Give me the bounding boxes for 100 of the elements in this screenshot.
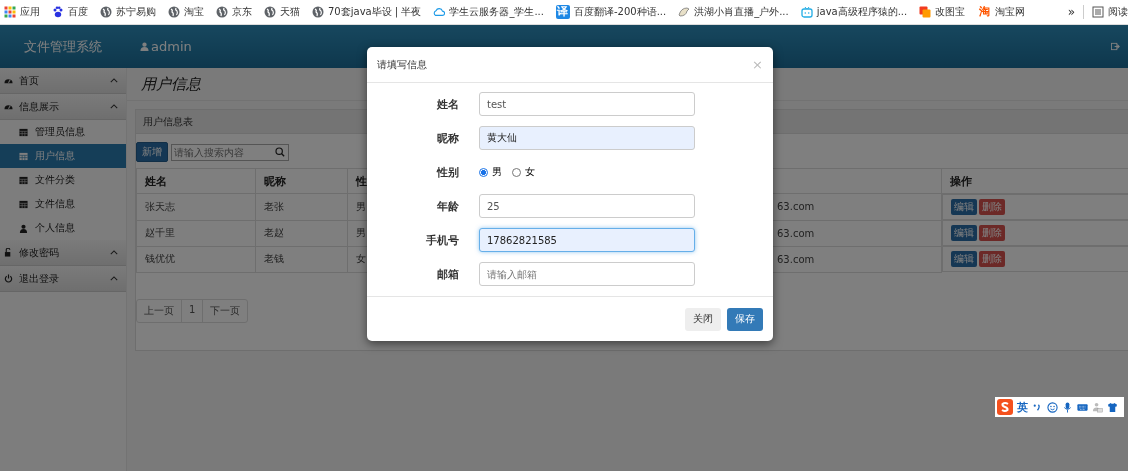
table-cell: 赵千里	[145, 227, 175, 238]
edit-button[interactable]: 编辑	[951, 225, 977, 241]
field-label: 昵称	[436, 130, 459, 146]
cancel-button[interactable]: 关闭	[685, 307, 721, 331]
field-label: 邮箱	[436, 266, 459, 282]
brand-title: 文件管理系统	[23, 37, 103, 56]
sidebar-group[interactable]: 首页	[0, 68, 126, 94]
sidebar-item[interactable]: 个人信息	[0, 216, 126, 240]
table-cell: 老张	[264, 200, 284, 212]
table-icon	[19, 151, 28, 161]
search-icon	[275, 146, 285, 157]
bookmark[interactable]: 70套java毕设 | 半夜	[312, 5, 422, 19]
bookmark[interactable]: 苏宁易购	[100, 5, 156, 19]
bookmark[interactable]: 淘 淘宝网	[977, 5, 1026, 19]
bookmark[interactable]: 京东	[216, 5, 252, 19]
field-label: 性别	[435, 164, 459, 180]
globe-icon	[100, 6, 112, 18]
table-cell: 63.com	[777, 253, 815, 265]
keyboard-icon[interactable]	[1077, 401, 1088, 413]
sidebar-item[interactable]: 管理员信息	[0, 120, 126, 144]
table-cell: 钱优优	[145, 253, 175, 264]
input-field[interactable]: 请输入邮箱	[479, 262, 695, 286]
dashboard-icon	[4, 102, 13, 111]
bookmark[interactable]: 译 百度翻译-200种语...	[555, 5, 667, 19]
sidebar-group[interactable]: 修改密码	[0, 240, 126, 266]
bookmark[interactable]: 洪湖小肖直播_户外...	[678, 5, 789, 19]
search-field[interactable]: 请输入搜索内容	[171, 143, 289, 161]
radio-option[interactable]: 女	[512, 165, 535, 179]
panel-title: 用户信息表	[143, 114, 193, 129]
squares-icon	[919, 6, 932, 18]
chevron-up-icon	[110, 250, 118, 255]
bookmark[interactable]: java高级程序猿的...	[800, 5, 908, 19]
column-header: 操作	[950, 174, 972, 188]
bookmark-glyph-icon: 淘	[977, 5, 992, 19]
table-cell: 老赵	[264, 227, 284, 238]
chevron-up-icon	[110, 104, 118, 109]
chevron-up-icon	[110, 276, 118, 281]
field-label: 姓名	[436, 96, 459, 112]
bookmark[interactable]: 应用	[4, 5, 40, 19]
apps-grid-icon	[4, 6, 16, 18]
lock-icon	[4, 248, 13, 257]
page-title: 用户信息	[141, 74, 201, 94]
bookmark[interactable]: 学生云服务器_学生...	[433, 5, 544, 19]
input-field[interactable]: 25	[479, 194, 695, 218]
smiley-icon[interactable]	[1047, 401, 1058, 413]
bookmark[interactable]: 天猫	[264, 5, 300, 19]
sidebar-item[interactable]: 文件信息	[0, 192, 126, 216]
edit-button[interactable]: 编辑	[951, 199, 977, 215]
page-number-button[interactable]: 1	[182, 299, 204, 322]
field-label: 手机号	[425, 232, 459, 248]
table-cell: 63.com	[777, 227, 815, 239]
user-icon	[140, 42, 149, 51]
shirt-icon[interactable]	[1107, 401, 1118, 413]
save-button[interactable]: 保存	[727, 307, 763, 331]
table-cell: 63.com	[777, 201, 815, 213]
modal-title: 请填写信息	[377, 57, 428, 72]
column-header: 姓名	[145, 174, 167, 188]
table-cell: 老钱	[264, 253, 284, 264]
sidebar-group[interactable]: 退出登录	[0, 266, 126, 292]
bookmark-badge-icon: 译	[555, 5, 570, 19]
list-icon	[1092, 6, 1104, 18]
column-header: 性	[356, 174, 367, 188]
bookmark[interactable]: 改图宝	[919, 5, 966, 19]
table-icon	[19, 175, 28, 185]
globe-icon	[168, 6, 180, 18]
radio-option[interactable]: 男	[479, 165, 502, 179]
paw-icon	[52, 6, 64, 18]
column-header: 昵称	[264, 174, 286, 188]
globe-icon	[216, 6, 228, 18]
cloud-icon	[433, 6, 446, 18]
input-language-button[interactable]: 英	[1017, 399, 1028, 415]
tv-icon	[800, 6, 813, 18]
sidebar-group[interactable]: 信息展示	[0, 94, 126, 120]
table-cell: 女	[356, 253, 366, 264]
power-icon	[4, 274, 13, 283]
input-field[interactable]: 黄大仙	[479, 126, 695, 150]
table-icon	[19, 199, 28, 209]
microphone-icon[interactable]	[1062, 401, 1073, 413]
dashboard-icon	[4, 76, 13, 85]
table-cell: 男	[356, 227, 366, 238]
bookmark[interactable]: 百度	[52, 5, 88, 19]
input-field[interactable]: test	[479, 92, 695, 116]
chevron-up-icon	[110, 78, 118, 83]
input-field[interactable]: 17862821585	[479, 228, 695, 252]
user-icon	[19, 223, 28, 233]
sidebar-item[interactable]: 文件分类	[0, 168, 126, 192]
edit-button[interactable]: 编辑	[951, 251, 977, 267]
more-bookmarks-button[interactable]: »	[1067, 5, 1075, 19]
table-icon	[19, 127, 28, 137]
table-cell: 男	[356, 200, 366, 212]
sidebar-item[interactable]: 用户信息	[0, 144, 126, 168]
globe-icon	[312, 6, 324, 18]
reading-list-button[interactable]: 阅读	[1092, 5, 1128, 19]
bookmark[interactable]: 淘宝	[168, 5, 204, 19]
globe-icon	[264, 6, 276, 18]
table-cell: 张天志	[145, 200, 175, 212]
sign-out-icon[interactable]	[1111, 42, 1120, 51]
add-button[interactable]: 新增	[136, 142, 168, 162]
radio-button[interactable]	[479, 167, 488, 177]
radio-button[interactable]	[512, 167, 521, 177]
